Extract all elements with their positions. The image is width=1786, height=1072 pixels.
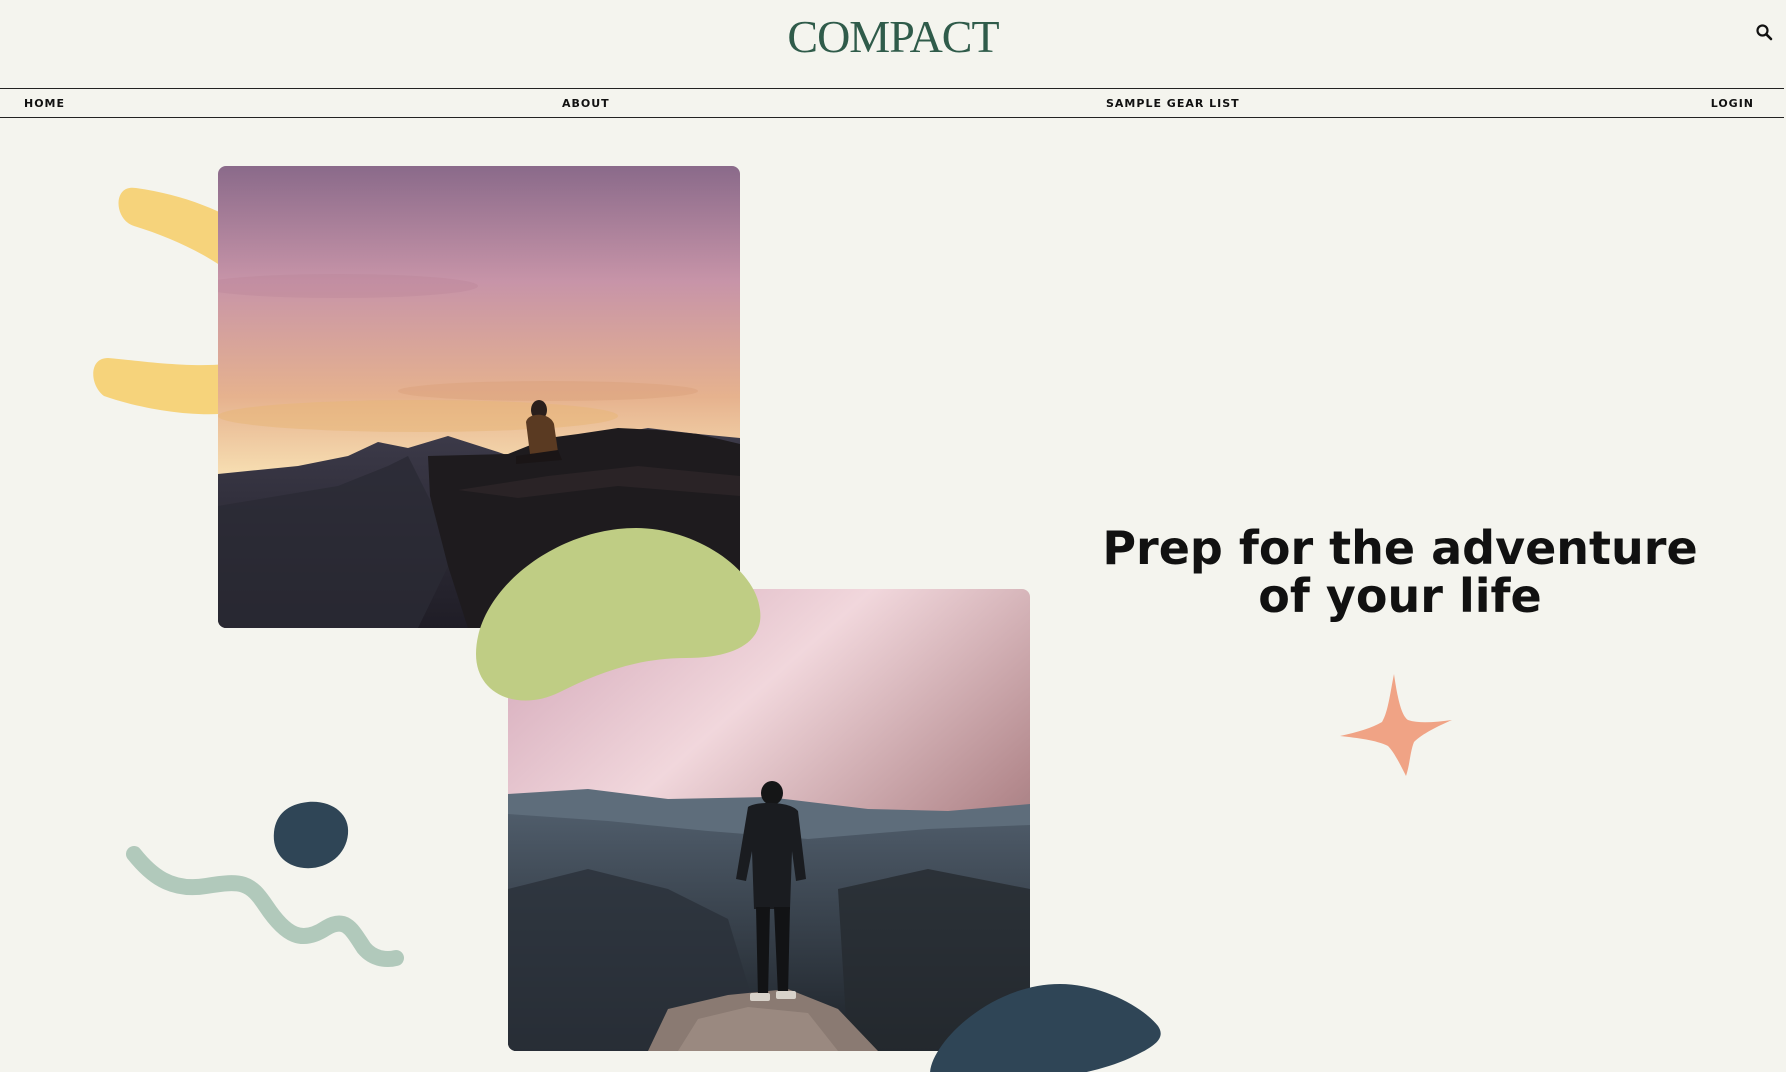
site-logo[interactable]: COMPACT: [0, 10, 1786, 63]
page: COMPACT HOME ABOUT SAMPLE GEAR LIST LOGI…: [0, 0, 1786, 1072]
green-blob-shape: [476, 528, 762, 704]
nav-item-about[interactable]: ABOUT: [562, 97, 610, 110]
nav-item-login[interactable]: LOGIN: [1711, 97, 1754, 110]
nav-item-home[interactable]: HOME: [24, 97, 65, 110]
hero-headline: Prep for the adventure of your life: [1102, 521, 1698, 623]
coral-sparkle-shape: [1338, 672, 1456, 778]
sage-squiggle-shape: [126, 846, 404, 968]
search-icon[interactable]: [1754, 22, 1776, 44]
navy-blob-shape: [930, 984, 1161, 1072]
site-header: COMPACT: [0, 0, 1786, 88]
nav-item-sample-gear-list[interactable]: SAMPLE GEAR LIST: [1106, 97, 1240, 110]
main-nav: HOME ABOUT SAMPLE GEAR LIST LOGIN: [0, 88, 1784, 118]
